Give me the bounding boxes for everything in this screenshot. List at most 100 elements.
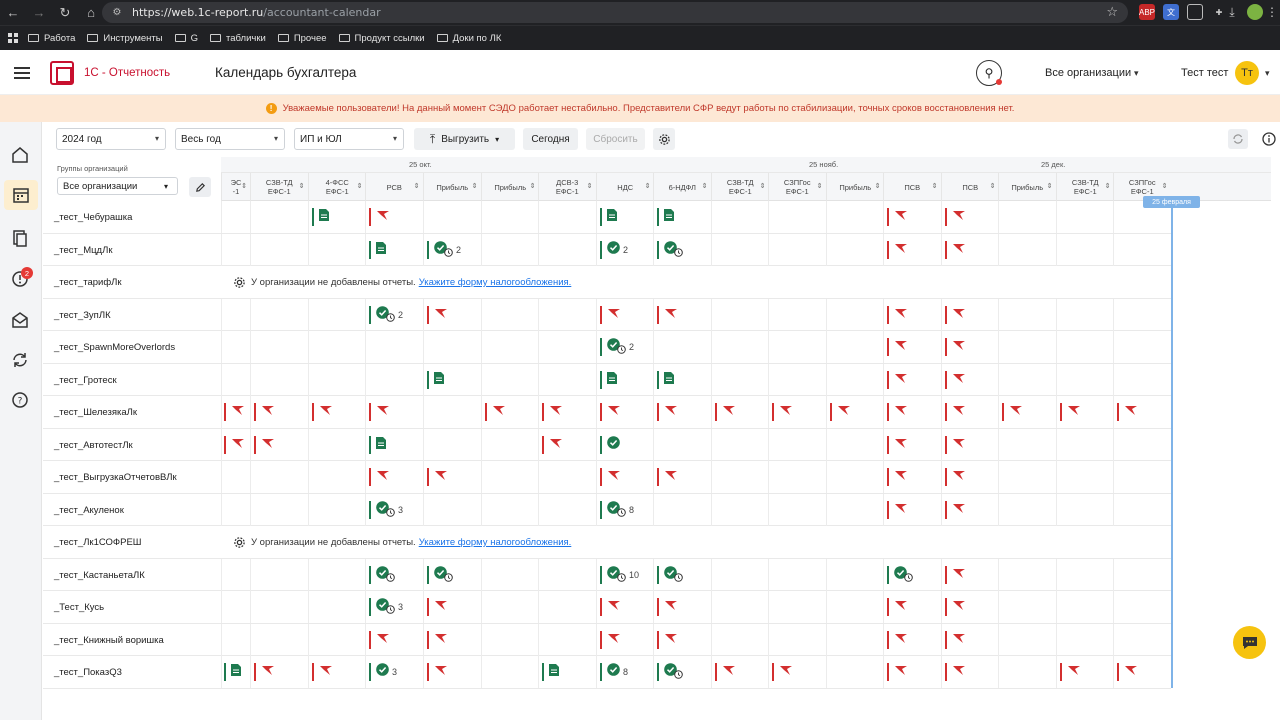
report-cell-sent[interactable]: 2 xyxy=(369,305,403,324)
report-cell-sent[interactable]: 8 xyxy=(600,500,634,519)
forward-icon[interactable]: → xyxy=(26,0,52,25)
bookmark-item[interactable]: Доки по ЛК xyxy=(436,33,501,44)
report-cell-sent[interactable]: 3 xyxy=(369,663,397,681)
report-cell-overdue[interactable] xyxy=(1117,403,1138,421)
help-icon[interactable]: ? xyxy=(9,389,31,411)
report-cell-overdue[interactable] xyxy=(945,338,966,356)
sync-icon[interactable] xyxy=(9,349,31,371)
report-cell-overdue[interactable] xyxy=(657,468,678,486)
org-name[interactable]: _тест_КастаньетаЛК xyxy=(54,570,145,581)
table-row[interactable]: _тест_ВыгрузкаОтчетовВЛк xyxy=(43,461,1172,494)
report-cell-draft[interactable] xyxy=(542,663,559,681)
report-cell-draft[interactable] xyxy=(369,435,386,454)
report-cell-overdue[interactable] xyxy=(945,305,966,324)
report-cell-overdue[interactable] xyxy=(887,468,908,486)
column-header[interactable]: ЭС -1 ⇕ xyxy=(221,173,250,201)
adblock-extension-icon[interactable]: ABP xyxy=(1139,4,1155,20)
table-row[interactable]: _тест_АвтотестЛк xyxy=(43,428,1172,461)
org-name[interactable]: _тест_Лк1СОФРЕШ xyxy=(54,537,142,548)
report-cell-overdue[interactable] xyxy=(887,370,908,389)
org-name[interactable]: _тест_ПоказQ3 xyxy=(54,667,122,678)
chevron-down-icon[interactable]: ▾ xyxy=(1265,68,1270,79)
sort-icon[interactable]: ⇕ xyxy=(472,182,478,191)
address-bar[interactable]: ⚙ https://web.1c-report.ru/accountant-ca… xyxy=(102,2,1128,23)
report-cell-sent[interactable]: 8 xyxy=(600,663,628,681)
sort-icon[interactable]: ⇕ xyxy=(1162,182,1168,191)
home-browser-icon[interactable]: ⌂ xyxy=(78,0,104,25)
report-cell-overdue[interactable] xyxy=(945,435,966,454)
report-cell-overdue[interactable] xyxy=(887,305,908,324)
column-header[interactable]: НДС ⇕ xyxy=(596,173,654,201)
report-cell-overdue[interactable] xyxy=(369,208,390,226)
report-cell-overdue[interactable] xyxy=(369,630,390,649)
report-cell-overdue[interactable] xyxy=(369,468,390,486)
table-row[interactable]: _тест_ШелезякаЛк xyxy=(43,396,1172,429)
report-cell-draft[interactable] xyxy=(312,208,329,226)
org-name[interactable]: _тест_ЗупЛК xyxy=(54,310,111,321)
sort-icon[interactable]: ⇕ xyxy=(530,182,536,191)
report-cell-overdue[interactable] xyxy=(715,403,736,421)
report-cell-overdue[interactable] xyxy=(772,403,793,421)
column-header[interactable]: ДСВ-3 ЕФС-1 ⇕ xyxy=(538,173,596,201)
report-cell-draft[interactable] xyxy=(600,370,617,389)
table-row[interactable]: _тест_SpawnMoreOverlords 2 xyxy=(43,331,1172,364)
sort-icon[interactable]: ⇕ xyxy=(241,182,247,191)
column-header[interactable]: ПСВ ⇕ xyxy=(941,173,999,201)
sort-icon[interactable]: ⇕ xyxy=(357,182,363,191)
sort-icon[interactable]: ⇕ xyxy=(645,182,651,191)
set-taxation-link[interactable]: Укажите форму налогообложения. xyxy=(419,277,572,288)
report-cell-overdue[interactable] xyxy=(772,663,793,681)
avatar[interactable]: Тт xyxy=(1235,61,1259,85)
sort-icon[interactable]: ⇕ xyxy=(1047,182,1053,191)
today-button[interactable]: Сегодня xyxy=(523,128,578,150)
report-cell-overdue[interactable] xyxy=(887,208,908,226)
report-cell-overdue[interactable] xyxy=(657,598,678,616)
report-cell-sent[interactable]: 2 xyxy=(600,338,634,356)
mail-icon[interactable] xyxy=(9,309,31,331)
sort-icon[interactable]: ⇕ xyxy=(1105,182,1111,191)
column-header[interactable]: СЗПГос ЕФС-1 ⇕ xyxy=(768,173,826,201)
report-cell-overdue[interactable] xyxy=(887,338,908,356)
column-header[interactable]: РСВ ⇕ xyxy=(365,173,423,201)
report-cell-overdue[interactable] xyxy=(600,630,621,649)
settings-gear-icon[interactable] xyxy=(653,128,675,150)
brand-name[interactable]: 1С - Отчетность xyxy=(84,67,170,79)
org-name[interactable]: _тест_SpawnMoreOverlords xyxy=(54,342,175,353)
report-cell-overdue[interactable] xyxy=(945,598,966,616)
report-cell-sent[interactable] xyxy=(657,240,683,259)
report-cell-overdue[interactable] xyxy=(254,435,275,454)
chat-button[interactable] xyxy=(1233,626,1266,659)
report-cell-overdue[interactable] xyxy=(600,403,621,421)
report-cell-overdue[interactable] xyxy=(715,663,736,681)
report-cell-overdue[interactable] xyxy=(945,403,966,421)
column-header[interactable]: Прибыль ⇕ xyxy=(423,173,481,201)
report-cell-overdue[interactable] xyxy=(427,630,448,649)
refresh-icon[interactable] xyxy=(1228,129,1248,149)
sort-icon[interactable]: ⇕ xyxy=(760,182,766,191)
report-cell-overdue[interactable] xyxy=(427,468,448,486)
report-cell-sent[interactable]: 2 xyxy=(427,240,461,259)
sort-icon[interactable]: ⇕ xyxy=(414,182,420,191)
chevron-down-icon[interactable]: ▾ xyxy=(1134,68,1139,79)
download-icon[interactable]: ⤓ xyxy=(1224,4,1240,20)
report-cell-overdue[interactable] xyxy=(657,630,678,649)
table-row[interactable]: _тест_МцдЛк 2 2 xyxy=(43,233,1172,266)
org-name[interactable]: _тест_Книжный воришка xyxy=(54,635,164,646)
column-header[interactable]: Прибыль ⇕ xyxy=(481,173,539,201)
report-cell-overdue[interactable] xyxy=(312,663,333,681)
bookmark-item[interactable]: таблички xyxy=(210,33,266,44)
site-info-icon[interactable]: ⚙ xyxy=(110,6,124,20)
report-cell-overdue[interactable] xyxy=(887,663,908,681)
report-cell-overdue[interactable] xyxy=(887,435,908,454)
org-name[interactable]: _тест_Чебурашка xyxy=(54,212,132,223)
sort-icon[interactable]: ⇕ xyxy=(875,182,881,191)
documents-icon[interactable] xyxy=(9,227,31,249)
report-cell-overdue[interactable] xyxy=(887,403,908,421)
sort-icon[interactable]: ⇕ xyxy=(299,182,305,191)
edit-pencil-icon[interactable] xyxy=(189,177,211,197)
report-cell-overdue[interactable] xyxy=(600,598,621,616)
report-cell-overdue[interactable] xyxy=(945,370,966,389)
extension-icon[interactable] xyxy=(1187,4,1203,20)
table-row[interactable]: _тест_КастаньетаЛК 10 xyxy=(43,558,1172,591)
report-cell-draft[interactable] xyxy=(224,663,241,681)
